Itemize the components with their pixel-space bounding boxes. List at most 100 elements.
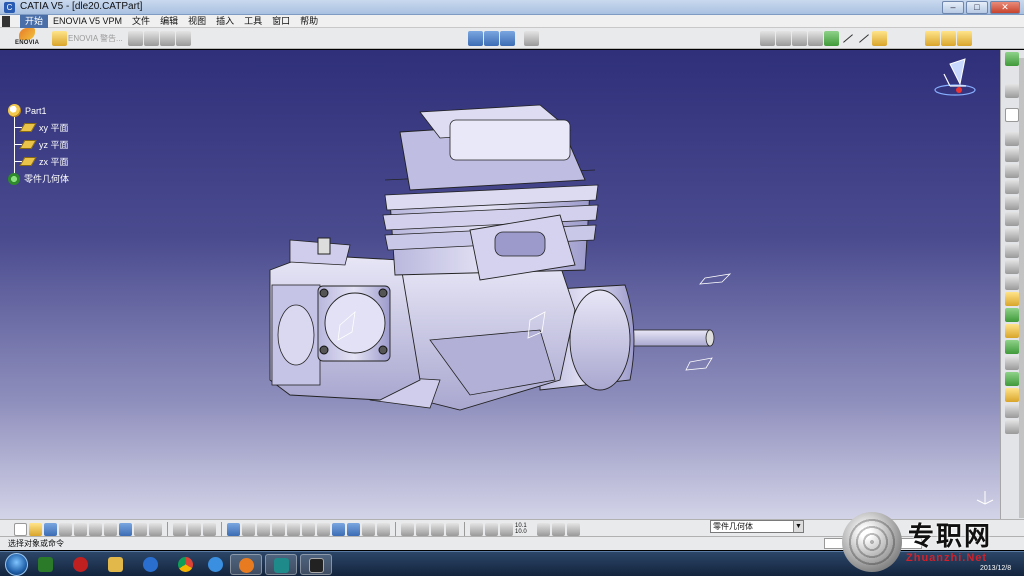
groove-icon[interactable] (1005, 180, 1019, 194)
snap-icon[interactable] (524, 31, 539, 46)
quick-view-icon[interactable] (332, 522, 345, 536)
hole-icon[interactable] (1005, 196, 1019, 210)
apply-material-icon[interactable] (470, 522, 483, 536)
pad-icon[interactable] (1005, 132, 1019, 146)
boolean-icon[interactable] (1005, 420, 1019, 434)
chamfer-icon[interactable] (1005, 308, 1019, 322)
tree-item-zx-plane[interactable]: zx 平面 (8, 153, 69, 170)
formula-icon[interactable] (173, 522, 186, 536)
menu-view[interactable]: 视图 (183, 15, 211, 28)
parameters-icon[interactable] (203, 522, 216, 536)
menu-start[interactable]: 开始 (20, 14, 49, 28)
enovia-tools-icon[interactable] (160, 31, 175, 46)
pattern-icon[interactable] (1005, 372, 1019, 386)
taskbar-ie[interactable] (200, 554, 232, 575)
catia-app-icon[interactable]: C (4, 2, 15, 13)
minimize-button[interactable]: – (942, 1, 964, 14)
tree-item-part-body[interactable]: 零件几何体 (8, 170, 69, 187)
menu-tools[interactable]: 工具 (239, 15, 267, 28)
engine-model[interactable] (0, 50, 1000, 519)
measure-icon[interactable] (792, 31, 807, 46)
render-style-icon[interactable] (484, 31, 499, 46)
taskbar-media-player[interactable] (30, 554, 62, 575)
pan-icon[interactable] (257, 522, 270, 536)
line-icon[interactable] (840, 31, 855, 46)
analysis-tool-icon[interactable] (537, 522, 550, 536)
crankshaft[interactable] (629, 329, 715, 347)
tree-item-label[interactable]: yz 平面 (39, 138, 69, 151)
menu-grip-icon[interactable] (2, 15, 10, 27)
enovia-warning-label[interactable]: ENOVIA 警告... (68, 33, 123, 44)
sketcher-icon[interactable] (401, 522, 414, 536)
new-file-icon[interactable] (14, 522, 27, 536)
cut-icon[interactable] (74, 522, 87, 536)
draft-icon[interactable] (1005, 324, 1019, 338)
workbench-icon[interactable] (1005, 52, 1019, 66)
zoom-in-icon[interactable] (287, 522, 300, 536)
redo-icon[interactable] (134, 522, 147, 536)
copy-icon[interactable] (89, 522, 102, 536)
thickness-icon[interactable] (1005, 356, 1019, 370)
tree-item-label[interactable]: xy 平面 (39, 121, 69, 134)
rotate-icon[interactable] (776, 31, 791, 46)
hide-show-icon[interactable] (362, 522, 375, 536)
taskbar-screen-recorder[interactable] (300, 554, 332, 575)
tree-item-xy-plane[interactable]: xy 平面 (8, 119, 69, 136)
update-icon[interactable] (485, 522, 498, 536)
save-icon[interactable] (44, 522, 57, 536)
taskbar-chrome[interactable] (170, 554, 202, 575)
analysis-icon-2[interactable] (941, 31, 956, 46)
normal-view-icon[interactable] (317, 522, 330, 536)
catalog-icon[interactable] (227, 522, 240, 536)
scan-icon[interactable] (567, 522, 580, 536)
menu-insert[interactable]: 插入 (211, 15, 239, 28)
comment-icon[interactable] (188, 522, 201, 536)
table-icon[interactable] (760, 31, 775, 46)
print-icon[interactable] (59, 522, 72, 536)
analysis-icon-3[interactable] (957, 31, 972, 46)
compass-icon[interactable] (930, 54, 980, 99)
taskbar-firefox[interactable] (230, 554, 262, 575)
menu-file[interactable]: 文件 (127, 15, 155, 28)
paste-icon[interactable] (104, 522, 117, 536)
open-file-icon[interactable] (29, 522, 42, 536)
right-toolbar-scrollbar[interactable] (1019, 58, 1024, 518)
enovia-connect-icon[interactable] (52, 31, 67, 46)
view-mode-icon[interactable] (468, 31, 483, 46)
taskbar-catia[interactable] (265, 554, 297, 575)
enovia-query-icon[interactable] (176, 31, 191, 46)
menu-edit[interactable]: 编辑 (155, 15, 183, 28)
menu-enovia[interactable]: ENOVIA V5 VPM (48, 15, 127, 28)
select-icon[interactable] (808, 31, 823, 46)
taskbar-explorer[interactable] (100, 554, 132, 575)
chevron-down-icon[interactable]: ▼ (793, 521, 803, 532)
fillet-icon[interactable] (1005, 292, 1019, 306)
transform-icon[interactable] (1005, 404, 1019, 418)
pocket-icon[interactable] (1005, 148, 1019, 162)
swap-space-icon[interactable] (377, 522, 390, 536)
rotate-view-icon[interactable] (272, 522, 285, 536)
instance-icon[interactable] (552, 522, 565, 536)
menu-help[interactable]: 帮助 (295, 15, 323, 28)
stiffener-icon[interactable] (1005, 244, 1019, 258)
tool-icon-2[interactable] (1005, 84, 1019, 98)
tree-root-label[interactable]: Part1 (25, 106, 47, 116)
taskbar-k-app[interactable] (135, 554, 167, 575)
shading-icon[interactable] (347, 522, 360, 536)
constraints-icon[interactable] (416, 522, 429, 536)
3d-viewport[interactable]: Part1 xy 平面 yz 平面 zx 平面 零件几何体 (0, 50, 1000, 519)
mirror-icon[interactable] (1005, 388, 1019, 402)
plane-tool-icon[interactable] (872, 31, 887, 46)
tree-item-label[interactable]: zx 平面 (39, 155, 69, 168)
grid-icon[interactable] (500, 31, 515, 46)
measure-item-icon[interactable] (446, 522, 459, 536)
point-icon[interactable] (824, 31, 839, 46)
enovia-refresh-icon[interactable] (144, 31, 159, 46)
taskbar-video-app[interactable] (65, 554, 97, 575)
slot-icon[interactable] (1005, 228, 1019, 242)
help-icon[interactable] (149, 522, 162, 536)
body-select[interactable]: 零件几何体 ▼ (710, 520, 804, 533)
close-button[interactable]: ✕ (990, 1, 1020, 14)
zoom-out-icon[interactable] (302, 522, 315, 536)
shell-icon[interactable] (1005, 340, 1019, 354)
